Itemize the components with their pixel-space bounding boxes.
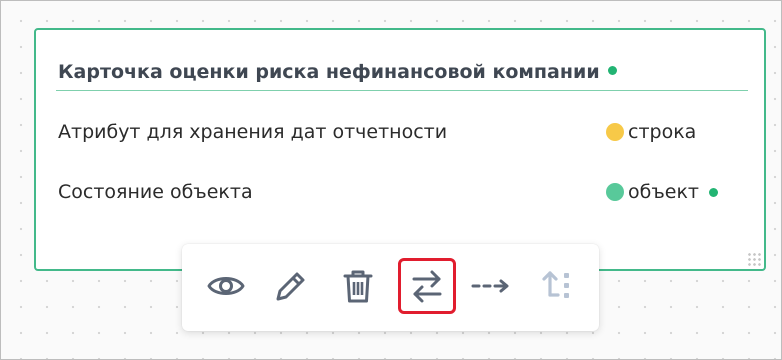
card-title-text: Карточка оценки риска нефинансовой компа… bbox=[58, 61, 600, 83]
attribute-row[interactable]: Состояние объекта объект bbox=[58, 177, 748, 207]
attribute-row[interactable]: Атрибут для хранения дат отчетности стро… bbox=[58, 117, 748, 147]
arrow-up-dots-icon bbox=[542, 271, 569, 298]
type-color-dot bbox=[606, 183, 624, 201]
attribute-type-label: объект bbox=[628, 181, 699, 203]
pencil-icon bbox=[276, 272, 305, 301]
view-button[interactable] bbox=[200, 260, 252, 312]
swap-button[interactable] bbox=[398, 258, 456, 314]
attribute-name: Состояние объекта bbox=[58, 181, 253, 203]
attribute-type: объект bbox=[606, 177, 718, 207]
card-title: Карточка оценки риска нефинансовой компа… bbox=[58, 58, 748, 86]
dashed-arrow-icon bbox=[471, 279, 509, 293]
delete-button[interactable] bbox=[332, 260, 384, 312]
edit-button[interactable] bbox=[264, 260, 316, 312]
title-status-dot bbox=[607, 66, 617, 75]
action-toolbar bbox=[182, 244, 599, 331]
attribute-name: Атрибут для хранения дат отчетности bbox=[58, 121, 448, 143]
link-button[interactable] bbox=[466, 260, 518, 312]
type-color-dot bbox=[606, 123, 624, 141]
resize-handle[interactable] bbox=[747, 252, 761, 266]
reorder-button[interactable] bbox=[532, 260, 584, 312]
title-divider bbox=[56, 90, 748, 91]
attribute-type: строка bbox=[606, 117, 696, 147]
link-status-dot bbox=[709, 187, 718, 197]
swap-arrows-icon bbox=[412, 270, 442, 303]
trash-icon bbox=[343, 270, 373, 303]
attribute-type-label: строка bbox=[628, 121, 697, 143]
entity-card[interactable]: Карточка оценки риска нефинансовой компа… bbox=[34, 28, 766, 271]
eye-icon bbox=[207, 277, 245, 295]
